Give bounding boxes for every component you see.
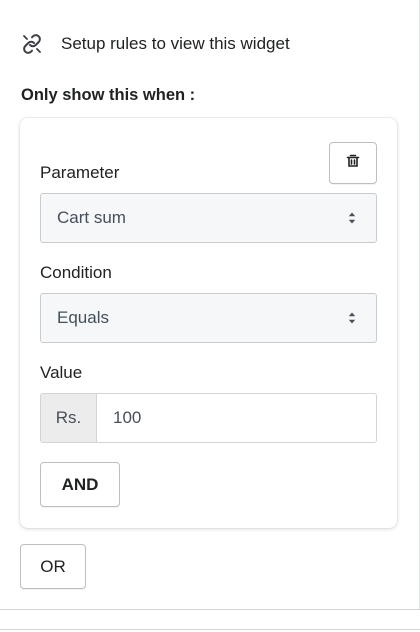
condition-select-value: Equals xyxy=(57,308,109,327)
delete-rule-button[interactable] xyxy=(329,142,377,184)
select-arrows-icon xyxy=(346,310,358,326)
condition-label: Condition xyxy=(40,263,112,282)
panel-title: Setup rules to view this widget xyxy=(61,34,290,53)
rules-heading: Only show this when : xyxy=(21,86,196,104)
rule-card: Parameter Cart sum Condition Equals Valu… xyxy=(20,118,397,528)
value-input[interactable] xyxy=(97,394,376,442)
or-button[interactable]: OR xyxy=(20,544,86,589)
parameter-select-value: Cart sum xyxy=(57,208,126,227)
value-field: Rs. xyxy=(40,393,377,443)
widget-rules-panel: Setup rules to view this widget Only sho… xyxy=(0,0,420,632)
condition-select[interactable]: Equals xyxy=(40,293,377,343)
currency-prefix: Rs. xyxy=(41,394,97,442)
panel-header: Setup rules to view this widget xyxy=(20,31,290,57)
parameter-label: Parameter xyxy=(40,163,120,182)
value-label: Value xyxy=(40,363,83,382)
bottom-divider xyxy=(0,629,420,630)
link-icon xyxy=(20,32,44,56)
parameter-select[interactable]: Cart sum xyxy=(40,193,377,243)
trash-icon xyxy=(345,153,361,174)
panel-divider xyxy=(0,609,420,610)
and-button[interactable]: AND xyxy=(40,462,120,507)
select-arrows-icon xyxy=(346,210,358,226)
